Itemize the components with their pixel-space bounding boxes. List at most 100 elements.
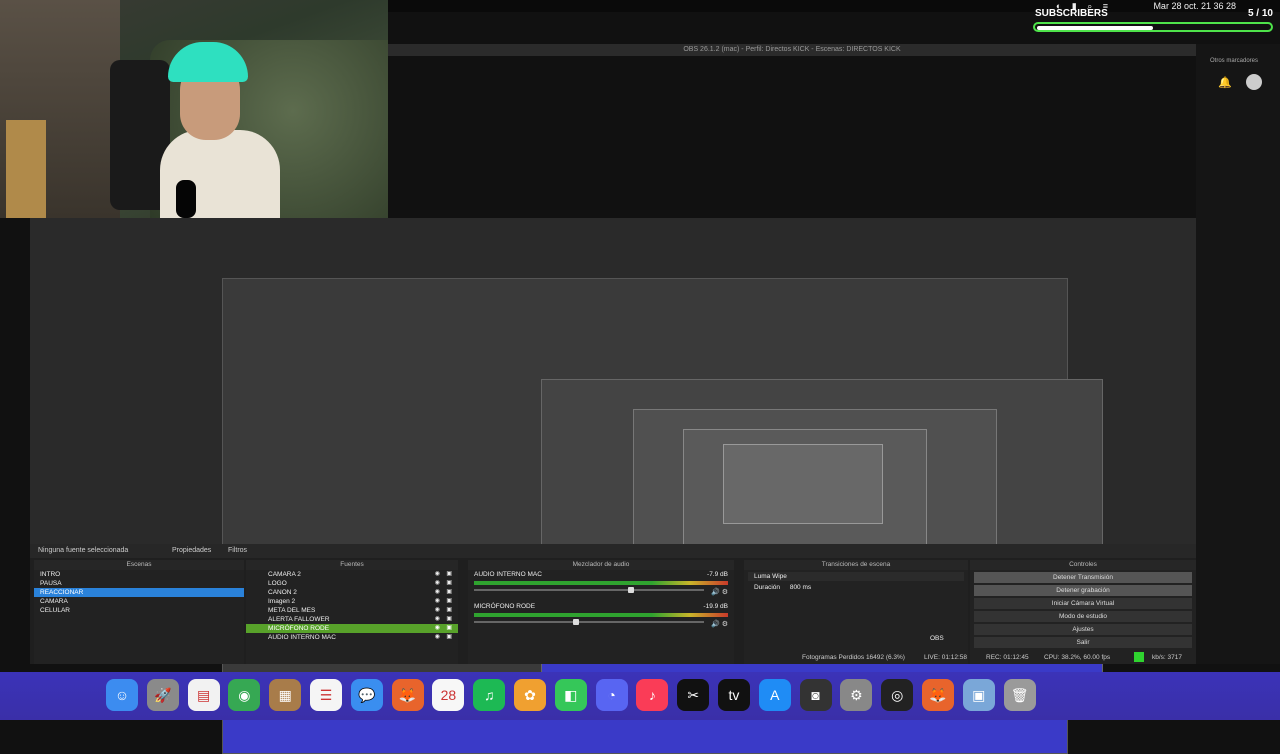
dock: ☺ 🚀 ▤ ◉ ▦ ☰ 💬 🦊 28 ♫ ✿ ◧ ◔ ♪ ✂ tv A ◙ ⚙ ◎ 🦊 ▣ 🗑: [0, 672, 1280, 720]
mixer-channel: AUDIO INTERNO MAC -7.9 dB 🔊 ⚙: [468, 570, 734, 602]
obs-main-panels: Ninguna fuente seleccionada Propiedades …: [30, 544, 1196, 664]
appstore-icon[interactable]: A: [758, 679, 791, 711]
discord-icon[interactable]: ◔: [595, 679, 628, 711]
photo-booth-icon[interactable]: ◙: [799, 679, 832, 711]
visibility-icon[interactable]: ◉: [435, 633, 440, 642]
source-item[interactable]: AUDIO INTERNO MAC ◉ ▣: [246, 633, 458, 642]
audio-mixer-panel: Mezclador de audio AUDIO INTERNO MAC -7.9…: [468, 560, 734, 664]
bookmarks-label[interactable]: Otros marcadores: [1210, 58, 1258, 64]
control-button[interactable]: Iniciar Cámara Virtual: [974, 598, 1192, 609]
volume-slider[interactable]: [474, 587, 704, 593]
scenes-panel: Escenas INTRO PAUSA REACCIONAR CAMARA CELULA…: [34, 560, 244, 664]
transitions-header: Transiciones de escena: [744, 560, 968, 570]
properties-button[interactable]: Propiedades: [172, 547, 211, 554]
scene-item[interactable]: REACCIONAR: [34, 588, 244, 597]
calendar-icon[interactable]: 28: [432, 679, 465, 711]
subscribers-count: 5 / 10: [1247, 8, 1273, 19]
stream-health-indicator: [1134, 652, 1144, 662]
subscribers-widget: SUBSCRIBERS 5 / 10: [1033, 8, 1273, 36]
mixer-channel-name: AUDIO INTERNO MAC -7.9 dB: [474, 571, 728, 578]
visibility-icon[interactable]: ◉: [435, 570, 440, 579]
trash-icon[interactable]: 🗑: [1003, 679, 1036, 711]
launchpad-icon[interactable]: 🚀: [146, 679, 179, 711]
lock-icon[interactable]: ▣: [446, 606, 452, 615]
source-item[interactable]: MICRÓFONO RODE ◉ ▣: [246, 624, 458, 633]
scenes-header: Escenas: [34, 560, 244, 570]
facetime-icon[interactable]: ◧: [554, 679, 587, 711]
archive-icon[interactable]: ▦: [269, 679, 302, 711]
lock-icon[interactable]: ▣: [446, 588, 452, 597]
bell-icon[interactable]: 🔔: [1218, 76, 1232, 89]
obs-icon[interactable]: ◎: [881, 679, 914, 711]
firefox-2-icon[interactable]: 🦊: [922, 679, 954, 711]
subscribers-progress-bar: [1033, 22, 1273, 32]
control-button[interactable]: Salir: [974, 637, 1192, 648]
source-item[interactable]: CAMARA 2 ◉ ▣: [246, 570, 458, 579]
visibility-icon[interactable]: ◉: [435, 597, 440, 606]
volume-slider-knob[interactable]: [573, 619, 579, 625]
lock-icon[interactable]: ▣: [446, 579, 452, 588]
controls-header: Controles: [970, 560, 1196, 570]
scene-item[interactable]: CAMARA: [34, 597, 244, 606]
status-bar: Fotogramas Perdidos 16492 (6.3%) LIVE: 0…: [30, 652, 1196, 664]
messages-icon[interactable]: 💬: [350, 679, 383, 711]
cpu-stats: CPU: 38.2%, 60.00 fps: [1044, 654, 1111, 661]
finder-icon[interactable]: ☺: [106, 679, 138, 711]
system-preferences-icon[interactable]: ⚙: [840, 679, 873, 711]
capcut-icon[interactable]: ✂: [677, 679, 710, 711]
control-button[interactable]: Detener Transmisión: [974, 572, 1192, 583]
lock-icon[interactable]: ▣: [446, 615, 452, 624]
sources-panel: Fuentes CAMARA 2 ◉ ▣ LOGO ◉ ▣ CANON 2 ◉ ▣ Imagen …: [246, 560, 458, 664]
scene-item[interactable]: INTRO: [34, 570, 244, 579]
mixer-list: AUDIO INTERNO MAC -7.9 dB 🔊 ⚙ MICRÓFONO ROD…: [468, 570, 734, 634]
dropped-frames: Fotogramas Perdidos 16492 (6.3%): [802, 654, 905, 661]
avatar[interactable]: [1246, 74, 1262, 90]
appletv-icon[interactable]: tv: [718, 679, 750, 711]
control-button[interactable]: Modo de estudio: [974, 611, 1192, 622]
kbps-stats: kb/s: 3717: [1152, 654, 1182, 661]
webcam-microphone: [176, 180, 196, 218]
scene-item[interactable]: PAUSA: [34, 579, 244, 588]
transition-select[interactable]: Luma Wipe: [748, 572, 964, 581]
speaker-gear-icon[interactable]: 🔊 ⚙: [711, 620, 728, 628]
volume-meter: [474, 581, 728, 585]
control-button[interactable]: Ajustes: [974, 624, 1192, 635]
lock-icon[interactable]: ▣: [446, 597, 452, 606]
visibility-icon[interactable]: ◉: [435, 615, 440, 624]
lock-icon[interactable]: ▣: [446, 570, 452, 579]
visibility-icon[interactable]: ◉: [435, 579, 440, 588]
no-source-label: Ninguna fuente seleccionada: [38, 547, 129, 554]
scene-item[interactable]: CELULAR: [34, 606, 244, 615]
firefox-icon[interactable]: 🦊: [391, 679, 424, 711]
visibility-icon[interactable]: ◉: [435, 588, 440, 597]
transition-duration[interactable]: Duración 800 ms: [748, 583, 964, 592]
photos-icon[interactable]: ✿: [514, 679, 546, 711]
source-item[interactable]: CANON 2 ◉ ▣: [246, 588, 458, 597]
preview-icon[interactable]: ▣: [962, 679, 995, 711]
mixer-channel-name: MICRÓFONO RODE -19.9 dB: [474, 603, 728, 610]
window-title-bar[interactable]: OBS 26.1.2 (mac) - Perfil: Directos KICK…: [388, 44, 1196, 56]
lock-icon[interactable]: ▣: [446, 624, 452, 633]
source-item[interactable]: Imagen 2 ◉ ▣: [246, 597, 458, 606]
subscribers-label: SUBSCRIBERS: [1035, 8, 1108, 19]
music-icon[interactable]: ♪: [636, 679, 669, 711]
scenes-list: INTRO PAUSA REACCIONAR CAMARA CELULAR: [34, 570, 244, 615]
source-item[interactable]: ALERTA FALLOWER ◉ ▣: [246, 615, 458, 624]
volume-slider-knob[interactable]: [628, 587, 634, 593]
duration-value[interactable]: 800 ms: [790, 584, 811, 591]
source-item[interactable]: LOGO ◉ ▣: [246, 579, 458, 588]
control-button[interactable]: Detener grabación: [974, 585, 1192, 596]
volume-meter: [474, 613, 728, 617]
controls-list: Detener Transmisión Detener grabación Inic…: [970, 572, 1196, 648]
reminders-icon[interactable]: ☰: [310, 679, 342, 711]
filters-button[interactable]: Filtros: [228, 547, 247, 554]
notes-icon[interactable]: ▤: [187, 679, 220, 711]
chrome-icon[interactable]: ◉: [228, 679, 261, 711]
spotify-icon[interactable]: ♫: [473, 679, 506, 711]
volume-slider[interactable]: [474, 619, 704, 625]
lock-icon[interactable]: ▣: [446, 633, 452, 642]
source-item[interactable]: META DEL MES ◉ ▣: [246, 606, 458, 615]
speaker-gear-icon[interactable]: 🔊 ⚙: [711, 588, 728, 596]
visibility-icon[interactable]: ◉: [435, 606, 440, 615]
visibility-icon[interactable]: ◉: [435, 624, 440, 633]
